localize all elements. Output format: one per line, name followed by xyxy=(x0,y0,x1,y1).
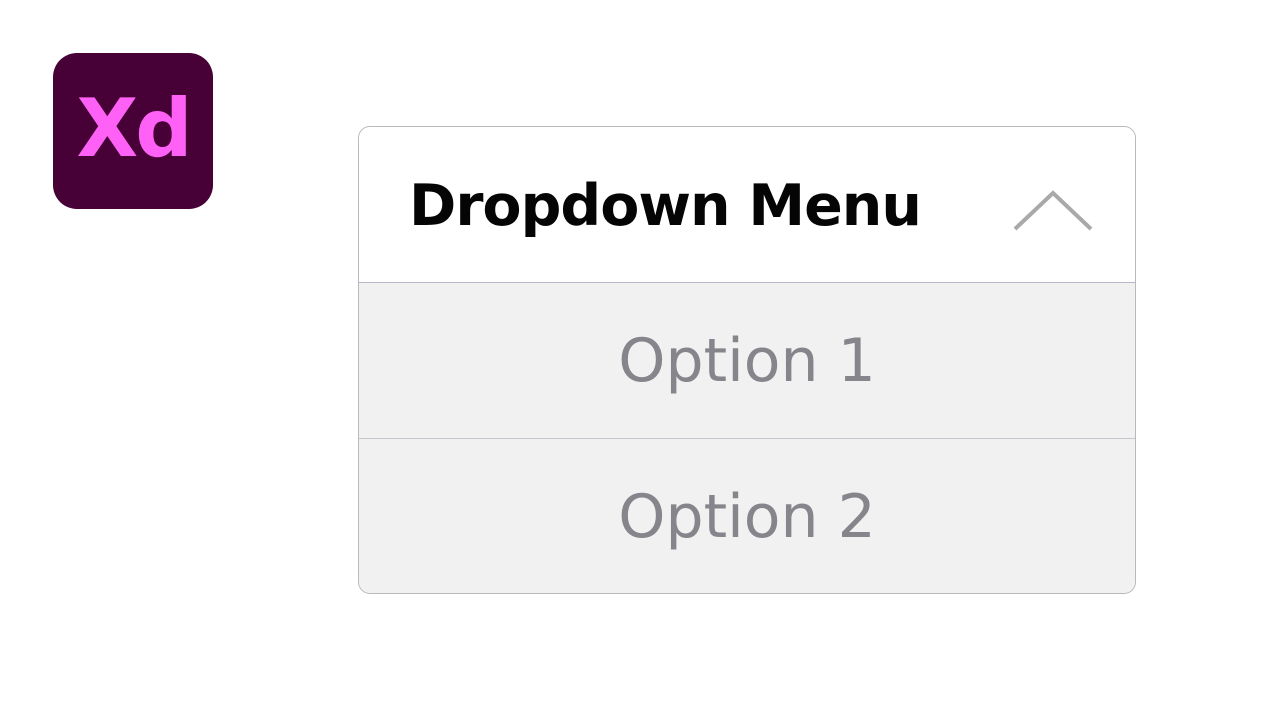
dropdown-option-2[interactable]: Option 2 xyxy=(359,439,1135,593)
option-label: Option 2 xyxy=(618,481,876,552)
dropdown-title: Dropdown Menu xyxy=(409,173,922,239)
option-label: Option 1 xyxy=(618,325,876,396)
logo-text: Xd xyxy=(76,82,193,175)
dropdown-menu: Dropdown Menu Option 1 Option 2 xyxy=(358,126,1136,594)
dropdown-header[interactable]: Dropdown Menu xyxy=(359,127,1135,283)
dropdown-option-1[interactable]: Option 1 xyxy=(359,283,1135,439)
chevron-up-icon[interactable] xyxy=(1011,187,1095,235)
adobe-xd-logo: Xd xyxy=(53,53,213,209)
